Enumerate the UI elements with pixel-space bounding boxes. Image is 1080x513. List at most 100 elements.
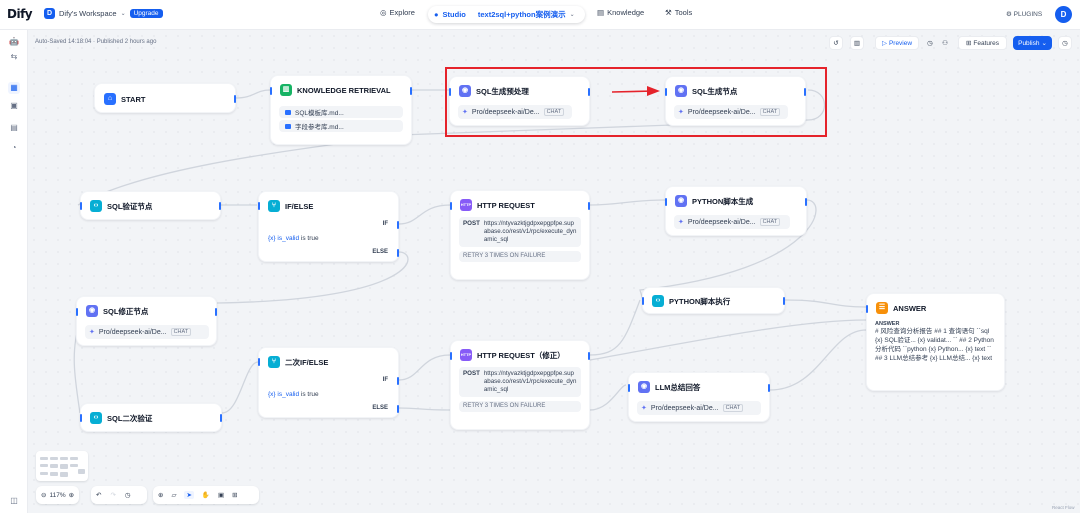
- output-handle[interactable]: [588, 352, 590, 360]
- output-handle[interactable]: [804, 88, 806, 96]
- output-handle[interactable]: [234, 95, 236, 103]
- upgrade-button[interactable]: Upgrade: [129, 9, 163, 18]
- condition: {x} is_valid is true: [268, 391, 319, 398]
- input-handle[interactable]: [80, 414, 82, 422]
- history-icon[interactable]: ◷: [923, 36, 937, 50]
- else-handle[interactable]: [397, 249, 399, 257]
- publish-button[interactable]: Publish ⌄: [1013, 36, 1052, 50]
- input-handle[interactable]: [270, 87, 272, 95]
- node-title: HTTP REQUEST（修正）: [477, 350, 565, 360]
- node-start[interactable]: ⌂ START: [94, 83, 236, 113]
- nav-studio[interactable]: ● Studio text2sql+python案例演示 ⌄: [428, 6, 585, 23]
- input-handle[interactable]: [450, 202, 452, 210]
- nav-explore[interactable]: ◎ Explore: [380, 8, 415, 17]
- output-handle[interactable]: [220, 414, 222, 422]
- node-sql-verify-2[interactable]: ‹› SQL二次验证: [80, 403, 222, 432]
- zoom-out-icon[interactable]: ⊖: [41, 491, 46, 499]
- left-sidebar: 🤖 ⇆ ▦ ▣ ▤ ◔ ◫: [0, 30, 28, 513]
- node-http-request-fix[interactable]: HTTP HTTP REQUEST（修正） POST https://ntyva…: [450, 340, 590, 430]
- input-handle[interactable]: [642, 297, 644, 305]
- add-node-icon[interactable]: ⊕: [158, 491, 163, 499]
- node-llm-summary[interactable]: ◉ LLM总结回答 ✦ Pro/deepseek-ai/De... CHAT: [628, 372, 770, 422]
- swap-icon[interactable]: ⇆: [8, 51, 20, 63]
- canvas-tools: ⊕ ▱ ➤ ✋ ▣ ⊞: [153, 486, 259, 504]
- kb-item: SQL模板库.md...: [279, 106, 403, 118]
- input-handle[interactable]: [628, 384, 630, 392]
- node-if-else-2[interactable]: ⑂ 二次IF/ELSE IF {x} is_valid is true ELSE: [258, 347, 399, 418]
- user-avatar[interactable]: D: [1055, 6, 1072, 23]
- if-handle[interactable]: [397, 221, 399, 229]
- output-handle[interactable]: [783, 297, 785, 305]
- node-knowledge-retrieval[interactable]: ▥ KNOWLEDGE RETRIEVAL SQL模板库.md... 字段参考库…: [270, 75, 412, 145]
- current-app-name[interactable]: text2sql+python案例演示: [478, 9, 566, 20]
- pointer-icon[interactable]: ➤: [184, 491, 194, 499]
- output-handle[interactable]: [588, 202, 590, 210]
- nav-tools[interactable]: ⚒ Tools: [665, 8, 692, 17]
- condition-operator: is true: [300, 391, 319, 398]
- input-handle[interactable]: [258, 358, 260, 366]
- history-icon[interactable]: ◷: [125, 491, 131, 499]
- node-answer[interactable]: ☰ ANSWER ANSWER # 风险查询分析报告 ## 1 查询语句 ``s…: [866, 293, 1005, 391]
- layout-icon[interactable]: ⊞: [232, 491, 237, 499]
- output-handle[interactable]: [805, 198, 807, 206]
- node-sql-fix[interactable]: ◉ SQL修正节点 ✦ Pro/deepseek-ai/De... CHAT: [76, 296, 217, 346]
- input-handle[interactable]: [450, 352, 452, 360]
- add-note-icon[interactable]: ▱: [171, 491, 176, 499]
- input-handle[interactable]: [449, 88, 451, 96]
- else-label: ELSE: [372, 249, 388, 255]
- restore-icon[interactable]: ↺: [829, 36, 843, 50]
- autosave-status: Auto-Saved 14:18:04 · Published 2 hours …: [35, 39, 157, 45]
- llm-icon: ◉: [638, 381, 650, 393]
- undo-icon[interactable]: ↶: [96, 491, 101, 499]
- input-handle[interactable]: [665, 88, 667, 96]
- else-handle[interactable]: [397, 405, 399, 413]
- checklist-icon[interactable]: ▥: [850, 36, 864, 50]
- play-icon: ▷: [881, 40, 887, 47]
- output-handle[interactable]: [588, 88, 590, 96]
- preview-button[interactable]: ▷ Preview: [875, 36, 919, 50]
- redo-icon[interactable]: ↷: [110, 491, 115, 499]
- zoom-in-icon[interactable]: ⊕: [69, 491, 74, 499]
- dify-logo[interactable]: Dify: [7, 7, 33, 21]
- bug-icon[interactable]: ⚇: [939, 36, 951, 50]
- minimap[interactable]: [36, 451, 88, 481]
- output-handle[interactable]: [215, 308, 217, 316]
- api-icon[interactable]: ▣: [8, 100, 20, 112]
- input-handle[interactable]: [665, 198, 667, 206]
- condition-variable: {x} is_valid: [268, 235, 300, 242]
- node-python-generate[interactable]: ◉ PYTHON脚本生成 ✦ Pro/deepseek-ai/De... CHA…: [665, 186, 807, 236]
- plugins-button[interactable]: ⚙ PLUGINS: [1006, 10, 1042, 18]
- output-handle[interactable]: [219, 202, 221, 210]
- app-icon[interactable]: 🤖: [8, 36, 20, 48]
- node-http-request[interactable]: HTTP HTTP REQUEST POST https://ntyvazktj…: [450, 190, 590, 280]
- version-history-icon[interactable]: ◷: [1058, 36, 1072, 50]
- collapse-sidebar-icon[interactable]: ◫: [8, 495, 20, 507]
- nav-knowledge[interactable]: ▤ Knowledge: [597, 8, 644, 17]
- input-handle[interactable]: [76, 308, 78, 316]
- node-sql-verify[interactable]: ‹› SQL验证节点: [80, 191, 221, 220]
- node-python-exec[interactable]: ‹› PYTHON脚本执行: [642, 287, 785, 314]
- logs-icon[interactable]: ▤: [8, 122, 20, 134]
- if-handle[interactable]: [397, 377, 399, 385]
- http-method: POST: [463, 220, 480, 227]
- output-handle[interactable]: [410, 87, 412, 95]
- monitor-icon[interactable]: ◔: [8, 142, 20, 154]
- input-handle[interactable]: [258, 202, 260, 210]
- output-handle[interactable]: [768, 384, 770, 392]
- http-url: https://ntyvazktjgdpxepgpfpe.supabase.co…: [483, 370, 577, 393]
- node-sql-generate[interactable]: ◉ SQL生成节点 ✦ Pro/deepseek-ai/De... CHAT: [665, 76, 806, 126]
- retry-info: RETRY 3 TIMES ON FAILURE: [459, 251, 581, 262]
- features-button[interactable]: ⊞ Features: [958, 36, 1007, 50]
- node-title: START: [121, 94, 146, 104]
- node-sql-preprocess[interactable]: ◉ SQL生成预处理 ✦ Pro/deepseek-ai/De... CHAT: [449, 76, 590, 126]
- orchestrate-icon[interactable]: ▦: [8, 82, 20, 94]
- zoom-level[interactable]: 117%: [49, 492, 65, 499]
- workspace-switcher[interactable]: D Dify's Workspace ⌄ Upgrade: [44, 8, 163, 19]
- input-handle[interactable]: [80, 202, 82, 210]
- react-flow-attribution[interactable]: React Flow: [1052, 505, 1075, 510]
- export-icon[interactable]: ▣: [218, 491, 224, 499]
- hand-icon[interactable]: ✋: [202, 491, 210, 499]
- model-selector: ✦ Pro/deepseek-ai/De... CHAT: [674, 105, 788, 119]
- node-if-else[interactable]: ⑂ IF/ELSE IF {x} is_valid is true ELSE: [258, 191, 399, 262]
- input-handle[interactable]: [866, 305, 868, 313]
